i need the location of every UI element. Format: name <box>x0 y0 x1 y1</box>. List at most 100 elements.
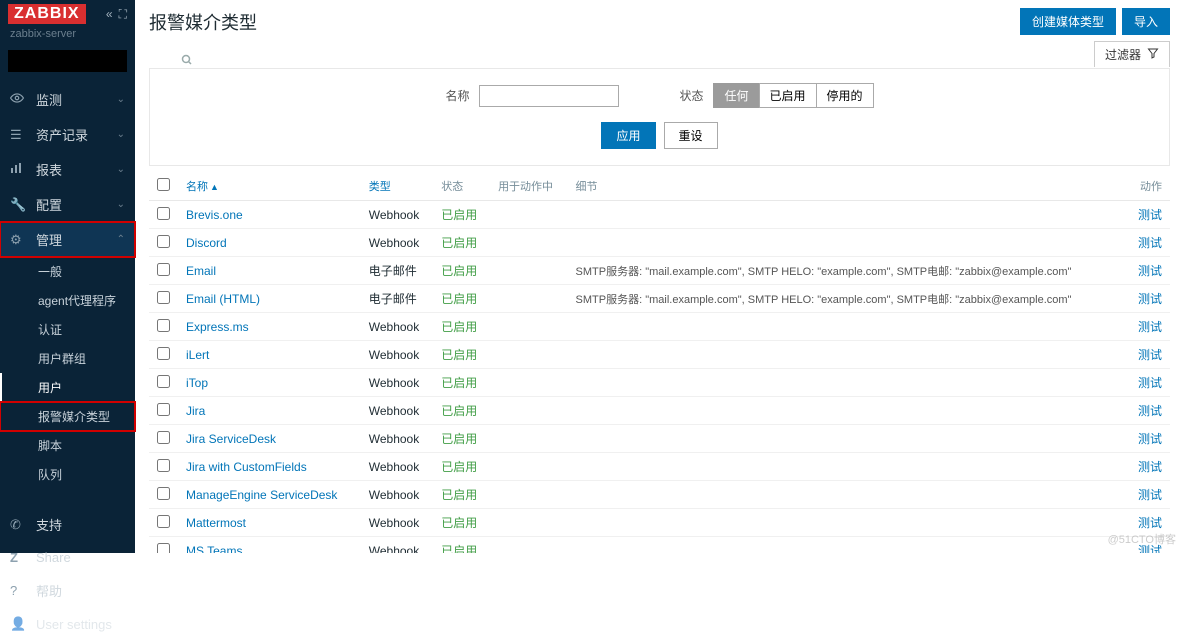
chevron-down-icon: ⌄ <box>117 199 125 210</box>
sub-queue[interactable]: 队列 <box>0 460 135 489</box>
media-name-link[interactable]: Jira <box>186 404 205 418</box>
sub-scripts[interactable]: 脚本 <box>0 431 135 460</box>
sub-auth[interactable]: 认证 <box>0 315 135 344</box>
table-row: iLertWebhook已启用测试 <box>149 341 1170 369</box>
logo[interactable]: ZABBIX <box>8 4 86 24</box>
nav-admin[interactable]: ⚙ 管理 ⌃ <box>0 222 135 257</box>
row-checkbox[interactable] <box>157 319 170 332</box>
status-enabled-link[interactable]: 已启用 <box>441 348 477 362</box>
status-enabled-link[interactable]: 已启用 <box>441 460 477 474</box>
nav-share[interactable]: Z Share <box>0 542 135 573</box>
media-name-link[interactable]: iLert <box>186 348 209 362</box>
row-checkbox[interactable] <box>157 263 170 276</box>
row-checkbox[interactable] <box>157 207 170 220</box>
status-enabled-link[interactable]: 已启用 <box>441 516 477 530</box>
support-icon: ✆ <box>10 517 28 533</box>
status-enabled-link[interactable]: 已启用 <box>441 236 477 250</box>
media-type: 电子邮件 <box>361 285 434 313</box>
nav-label: 配置 <box>36 195 62 214</box>
media-name-link[interactable]: MS Teams <box>186 544 242 554</box>
search-box[interactable] <box>8 50 127 72</box>
sub-general[interactable]: 一般 <box>0 257 135 286</box>
status-enabled-link[interactable]: 已启用 <box>441 208 477 222</box>
status-any-button[interactable]: 任何 <box>713 83 759 108</box>
sub-users[interactable]: 用户 <box>0 373 135 402</box>
test-link[interactable]: 测试 <box>1138 376 1162 390</box>
col-name[interactable]: 名称▲ <box>178 172 361 201</box>
status-enabled-link[interactable]: 已启用 <box>441 264 477 278</box>
media-name-link[interactable]: iTop <box>186 376 208 390</box>
collapse-icon[interactable]: « <box>106 7 113 21</box>
test-link[interactable]: 测试 <box>1138 236 1162 250</box>
status-filter-label: 状态 <box>679 87 703 104</box>
col-details: 细节 <box>568 172 1127 201</box>
row-checkbox[interactable] <box>157 459 170 472</box>
col-type[interactable]: 类型 <box>361 172 434 201</box>
status-enabled-button[interactable]: 已启用 <box>759 83 817 108</box>
used-in <box>490 425 567 453</box>
apply-button[interactable]: 应用 <box>601 122 655 149</box>
nav-label: 管理 <box>36 230 62 249</box>
media-type: Webhook <box>361 397 434 425</box>
used-in <box>490 229 567 257</box>
row-checkbox[interactable] <box>157 403 170 416</box>
fullscreen-icon[interactable]: ⛶ <box>119 7 127 22</box>
row-checkbox[interactable] <box>157 543 170 554</box>
media-name-link[interactable]: Express.ms <box>186 320 249 334</box>
row-checkbox[interactable] <box>157 375 170 388</box>
sub-agent[interactable]: agent代理程序 <box>0 286 135 315</box>
nav-help[interactable]: ? 帮助 <box>0 573 135 608</box>
user-icon: 👤 <box>10 616 28 632</box>
media-name-link[interactable]: ManageEngine ServiceDesk <box>186 488 337 502</box>
nav-config[interactable]: 🔧 配置 ⌄ <box>0 187 135 222</box>
test-link[interactable]: 测试 <box>1138 432 1162 446</box>
nav-monitor[interactable]: 监测 ⌄ <box>0 82 135 117</box>
test-link[interactable]: 测试 <box>1138 320 1162 334</box>
gear-icon: ⚙ <box>10 232 28 248</box>
media-name-link[interactable]: Discord <box>186 236 227 250</box>
media-name-link[interactable]: Mattermost <box>186 516 246 530</box>
filter-toggle[interactable]: 过滤器 <box>1094 41 1170 67</box>
row-checkbox[interactable] <box>157 291 170 304</box>
status-enabled-link[interactable]: 已启用 <box>441 544 477 553</box>
media-name-link[interactable]: Brevis.one <box>186 208 243 222</box>
nav-user-settings[interactable]: 👤 User settings <box>0 608 135 640</box>
media-name-link[interactable]: Email <box>186 264 216 278</box>
test-link[interactable]: 测试 <box>1138 348 1162 362</box>
test-link[interactable]: 测试 <box>1138 488 1162 502</box>
row-checkbox[interactable] <box>157 431 170 444</box>
name-filter-input[interactable] <box>479 85 619 107</box>
select-all-checkbox[interactable] <box>157 178 170 191</box>
media-name-link[interactable]: Jira ServiceDesk <box>186 432 276 446</box>
status-enabled-link[interactable]: 已启用 <box>441 404 477 418</box>
test-link[interactable]: 测试 <box>1138 516 1162 530</box>
status-disabled-button[interactable]: 停用的 <box>816 83 874 108</box>
row-checkbox[interactable] <box>157 347 170 360</box>
test-link[interactable]: 测试 <box>1138 460 1162 474</box>
used-in <box>490 397 567 425</box>
status-enabled-link[interactable]: 已启用 <box>441 292 477 306</box>
status-enabled-link[interactable]: 已启用 <box>441 320 477 334</box>
sub-usergroups[interactable]: 用户群组 <box>0 344 135 373</box>
media-types-table: 名称▲ 类型 状态 用于动作中 细节 动作 Brevis.oneWebhook已… <box>149 172 1170 553</box>
test-link[interactable]: 测试 <box>1138 264 1162 278</box>
row-checkbox[interactable] <box>157 487 170 500</box>
test-link[interactable]: 测试 <box>1138 208 1162 222</box>
sub-mediatypes[interactable]: 报警媒介类型 <box>0 402 135 431</box>
nav-reports[interactable]: 报表 ⌄ <box>0 152 135 187</box>
test-link[interactable]: 测试 <box>1138 292 1162 306</box>
reset-button[interactable]: 重设 <box>664 122 718 149</box>
media-name-link[interactable]: Jira with CustomFields <box>186 460 307 474</box>
test-link[interactable]: 测试 <box>1138 404 1162 418</box>
import-button[interactable]: 导入 <box>1122 8 1170 35</box>
media-name-link[interactable]: Email (HTML) <box>186 292 260 306</box>
nav-support[interactable]: ✆ 支持 <box>0 507 135 542</box>
nav-inventory[interactable]: ☰ 资产记录 ⌄ <box>0 117 135 152</box>
status-enabled-link[interactable]: 已启用 <box>441 376 477 390</box>
row-checkbox[interactable] <box>157 515 170 528</box>
table-row: Email电子邮件已启用SMTP服务器: "mail.example.com",… <box>149 257 1170 285</box>
create-media-type-button[interactable]: 创建媒体类型 <box>1020 8 1116 35</box>
status-enabled-link[interactable]: 已启用 <box>441 488 477 502</box>
row-checkbox[interactable] <box>157 235 170 248</box>
status-enabled-link[interactable]: 已启用 <box>441 432 477 446</box>
